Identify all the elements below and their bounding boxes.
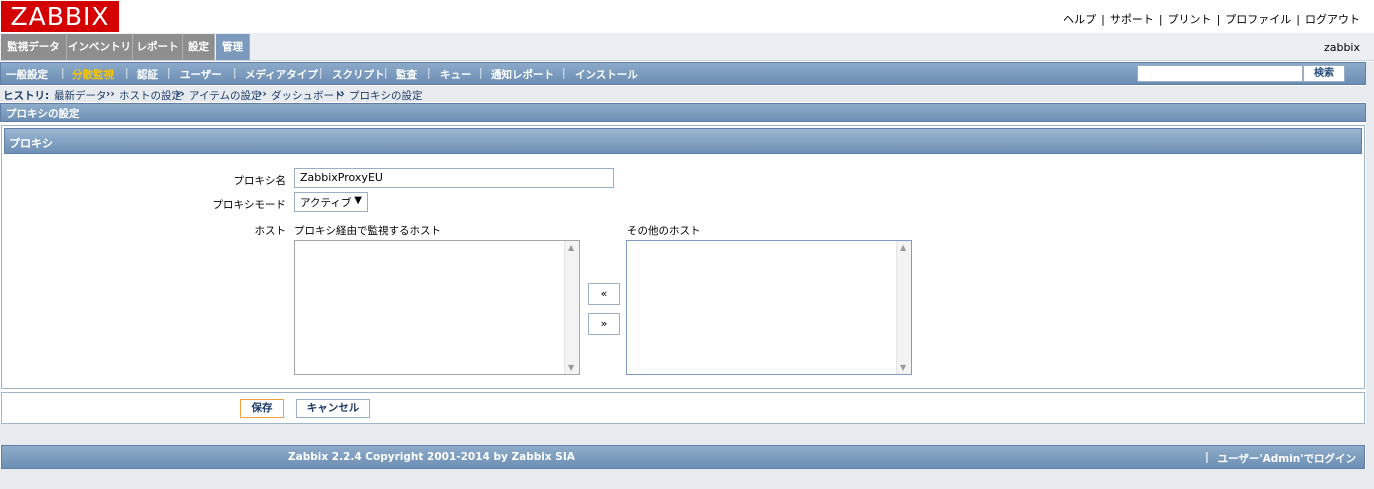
logout-link[interactable]: ログアウト [1305,13,1360,26]
history-arrow: ›› [336,88,345,100]
proxy-form: プロキシ プロキシ名 ZabbixProxyEU プロキシモード アクティブ ▼… [1,125,1365,389]
header: ZABBIX ヘルプ | サポート | プリント | プロファイル | ログアウト [0,0,1374,33]
sub-menu: 一般設定 | 分散監視 | 認証 | ユーザー | メディアタイプ | スクリプ… [0,62,1366,85]
top-sep: | [1296,13,1300,26]
scroll-up-icon[interactable]: ▲ [900,243,906,252]
bottom-area [0,469,1374,489]
submenu-users[interactable]: ユーザー [180,67,222,82]
submenu-sep: | [562,67,566,79]
footer-sep: | [1205,451,1209,463]
submenu-dm[interactable]: 分散監視 [72,67,114,82]
copyright-text: Zabbix 2.2.4 Copyright 2001-2014 by Zabb… [288,451,575,463]
history-item[interactable]: 最新データ [54,88,107,103]
proxy-name-input[interactable]: ZabbixProxyEU [294,168,614,188]
top-sep: | [1101,13,1105,26]
top-links: ヘルプ | サポート | プリント | プロファイル | ログアウト [1063,11,1360,27]
tab-administration[interactable]: 管理 [216,34,250,60]
proxy-mode-select[interactable]: アクティブ ▼ [294,192,368,212]
tab-reports[interactable]: レポート [133,34,183,60]
add-host-button[interactable]: « [588,283,620,305]
scroll-up-icon[interactable]: ▲ [568,243,574,252]
proxy-name-label: プロキシ名 [233,175,287,187]
history-label: ヒストリ: [3,90,50,102]
remove-host-button[interactable]: » [588,313,620,335]
page-title: プロキシの設定 [0,103,1366,122]
scrollbar[interactable]: ▲ ▼ [564,241,579,374]
submenu-sep: | [427,67,431,79]
chevron-down-icon: ▼ [354,195,362,206]
scroll-down-icon[interactable]: ▼ [900,363,906,372]
form-header: プロキシ [4,128,1362,154]
tab-configuration[interactable]: 設定 [183,34,215,60]
history-item[interactable]: プロキシの設定 [349,88,423,103]
top-sep: | [1158,13,1163,26]
current-user: zabbix [1323,41,1360,54]
button-panel: 保存 キャンセル [1,392,1365,424]
tab-inventory[interactable]: インベントリ [67,34,133,60]
other-hosts-label: その他のホスト [627,225,701,237]
submenu-sep: | [61,67,65,79]
search-button[interactable]: 検索 [1303,65,1345,82]
proxy-mode-label: プロキシモード [212,199,287,211]
tab-monitoring[interactable]: 監視データ [1,34,67,60]
submenu-sep: | [384,67,388,79]
save-button[interactable]: 保存 [240,399,284,418]
monitored-hosts-list[interactable]: ▲ ▼ [294,240,580,375]
support-link[interactable]: サポート [1110,13,1154,26]
submenu-sep: | [233,67,237,79]
history-arrow: ›› [176,88,185,100]
history-item[interactable]: ダッシュボード [271,88,345,103]
scroll-down-icon[interactable]: ▼ [568,363,574,372]
spacer [0,424,1374,445]
other-hosts-list[interactable]: ▲ ▼ [626,240,912,375]
submenu-authentication[interactable]: 認証 [137,67,158,82]
history-item[interactable]: アイテムの設定 [189,88,261,103]
print-link[interactable]: プリント [1168,13,1212,26]
main-menu: 監視データ インベントリ レポート 設定 管理 zabbix [0,33,1374,61]
search-input[interactable] [1137,65,1303,82]
help-link[interactable]: ヘルプ [1063,13,1096,26]
submenu-queue[interactable]: キュー [440,67,472,82]
hosts-label: ホスト [254,225,287,237]
login-status: ユーザー'Admin'でログイン [1217,453,1356,465]
history-bar: ヒストリ: 最新データ ›› ホストの設定 ›› アイテムの設定 ›› ダッシュ… [0,86,1366,102]
proxy-mode-value: アクティブ [300,197,352,209]
submenu-media-types[interactable]: メディアタイプ [245,67,318,82]
profile-link[interactable]: プロファイル [1225,13,1291,26]
history-arrow: ›› [258,88,267,100]
history-item[interactable]: ホストの設定 [119,88,182,103]
footer: Zabbix 2.2.4 Copyright 2001-2014 by Zabb… [1,445,1365,469]
submenu-sep: | [125,67,129,79]
zabbix-logo[interactable]: ZABBIX [1,1,119,32]
submenu-sep: | [479,67,483,79]
submenu-installation[interactable]: インストール [575,67,638,82]
scrollbar[interactable]: ▲ ▼ [896,241,911,374]
submenu-sep: | [167,67,171,79]
top-sep: | [1216,13,1221,26]
submenu-sep: | [319,67,323,79]
submenu-scripts[interactable]: スクリプト [332,67,385,82]
submenu-general[interactable]: 一般設定 [6,67,48,82]
cancel-button[interactable]: キャンセル [296,399,370,418]
submenu-audit[interactable]: 監査 [396,67,417,82]
submenu-notifications[interactable]: 通知レポート [491,67,554,82]
right-edge [1366,62,1374,489]
monitored-hosts-label: プロキシ経由で監視するホスト [294,225,441,237]
history-arrow: ›› [106,88,115,100]
